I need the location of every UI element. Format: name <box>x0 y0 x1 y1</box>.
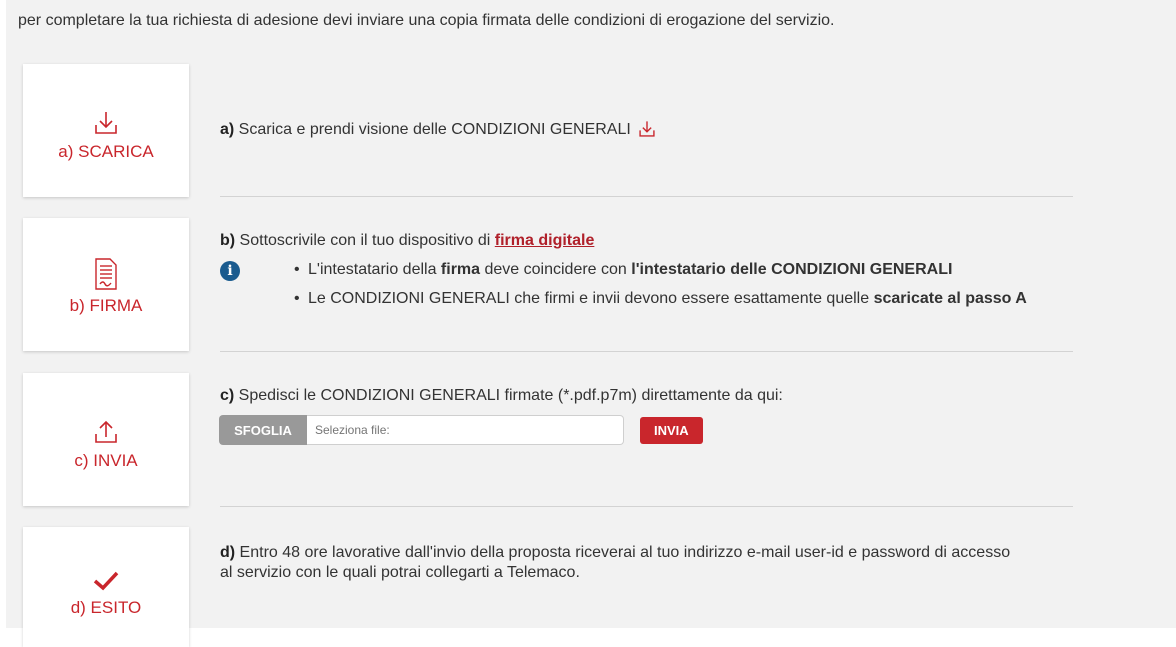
step-card-label: d) ESITO <box>70 598 142 617</box>
download-icon[interactable] <box>638 120 656 143</box>
step-card-outcome[interactable]: d) ESITO <box>23 527 189 647</box>
download-icon <box>93 100 119 136</box>
document-sign-icon <box>94 254 118 290</box>
step-prefix: d) <box>220 544 236 561</box>
file-upload-row: SFOGLIA INVIA <box>219 415 703 445</box>
intro-text: per completare la tua richiesta di adesi… <box>18 12 835 29</box>
step-card-label: c) INVIA <box>74 450 138 470</box>
step-prefix: b) <box>220 232 236 249</box>
step-b-requirements: L'intestatario della firma deve coincide… <box>294 261 1027 319</box>
step-b-description: Sottoscrivile con il tuo dispositivo di <box>235 232 495 249</box>
step-card-label: a) SCARICA <box>58 141 154 161</box>
file-name-field[interactable] <box>307 415 624 445</box>
step-card-sign[interactable]: b) FIRMA <box>23 218 189 351</box>
divider <box>220 196 1073 197</box>
step-card-upload[interactable]: c) INVIA <box>23 373 189 506</box>
step-c-text: c) Spedisci le CONDIZIONI GENERALI firma… <box>220 387 783 405</box>
step-prefix: a) <box>220 121 235 138</box>
upload-icon <box>93 409 119 445</box>
info-icon: i <box>220 261 240 281</box>
step-d-line-1: d) Entro 48 ore lavorative dall'invio de… <box>220 544 1011 561</box>
list-item: Le CONDIZIONI GENERALI che firmi e invii… <box>294 290 1027 308</box>
step-card-label: b) FIRMA <box>69 295 143 315</box>
step-b-text: b) Sottoscrivile con il tuo dispositivo … <box>220 232 594 250</box>
step-card-download[interactable]: a) SCARICA <box>23 64 189 197</box>
checkmark-icon <box>92 556 120 592</box>
step-d-text: d) Entro 48 ore lavorative dall'invio de… <box>220 543 1010 583</box>
digital-signature-link[interactable]: firma digitale <box>495 232 595 249</box>
divider <box>220 506 1073 507</box>
page-panel: per completare la tua richiesta di adesi… <box>6 0 1176 647</box>
step-a-text: a) Scarica e prendi visione delle CONDIZ… <box>220 120 656 143</box>
browse-button[interactable]: SFOGLIA <box>219 415 307 445</box>
step-d-line-2: al servizio con le quali potrai collegar… <box>220 564 580 581</box>
step-c-description: Spedisci le CONDIZIONI GENERALI firmate … <box>234 387 783 404</box>
step-prefix: c) <box>220 387 235 404</box>
divider <box>220 351 1073 352</box>
send-button[interactable]: INVIA <box>640 416 703 444</box>
list-item: L'intestatario della firma deve coincide… <box>294 261 1027 279</box>
step-a-description: Scarica e prendi visione delle CONDIZION… <box>234 121 631 138</box>
